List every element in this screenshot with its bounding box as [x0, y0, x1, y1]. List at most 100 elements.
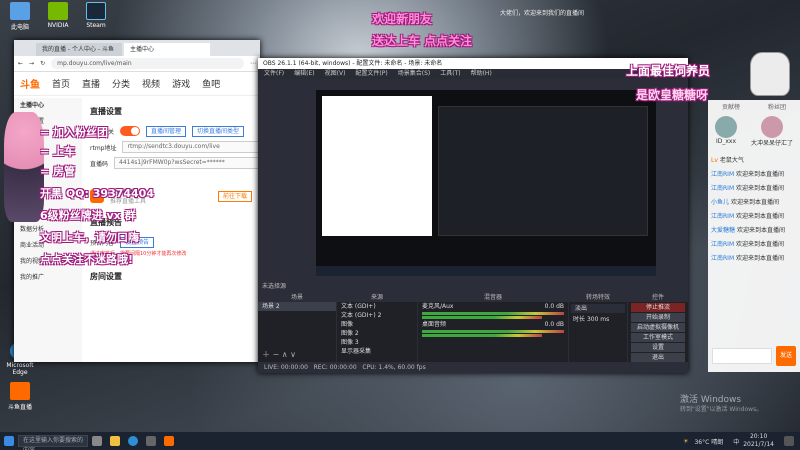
user-name[interactable]: 小鱼儿	[711, 199, 729, 206]
rec-timer: REC: 00:00:00	[313, 364, 357, 371]
message-text: 欢迎来到本直播间	[736, 213, 785, 220]
notice-civil: 文明上车，请勿口嗨	[40, 231, 139, 244]
chat-message: 江南RIM 欢迎来到本直播间	[708, 252, 800, 266]
user-name[interactable]: 大爱糖糖	[711, 227, 735, 234]
source-item[interactable]: 图像 2	[337, 329, 417, 338]
notification-icon[interactable]	[784, 436, 794, 446]
source-item[interactable]: 文本 (GDI+) 2	[337, 311, 417, 320]
mic-volume-slider[interactable]	[422, 316, 542, 319]
top-user[interactable]: ID_xxx	[714, 116, 737, 154]
send-button[interactable]: 发送	[776, 346, 796, 366]
top-user[interactable]: 大冲呆呆仔汇了	[751, 116, 793, 154]
user-name[interactable]: 江南RIM	[711, 185, 734, 192]
page-title: 直播设置	[90, 107, 122, 116]
obs-menu-scene-collection[interactable]: 场景集合(S)	[398, 69, 431, 79]
file-explorer-icon[interactable]	[110, 436, 120, 446]
obs-taskbar-icon[interactable]	[146, 436, 156, 446]
mixer-dock: 混音器 麦克风/Aux 0.0 dB 桌面音频 0.0 dB	[418, 294, 568, 362]
ime-indicator[interactable]: 中	[733, 437, 739, 446]
nav-category[interactable]: 分类	[112, 77, 130, 90]
nav-game[interactable]: 游戏	[172, 77, 190, 90]
edge-icon[interactable]	[128, 436, 138, 446]
switch-room-type-button[interactable]: 切换直播间类型	[192, 125, 245, 137]
source-item[interactable]: 图像	[337, 320, 417, 329]
source-item[interactable]: 显示器采集	[337, 347, 417, 356]
task-view-icon[interactable]	[92, 436, 102, 446]
exit-button[interactable]: 退出	[631, 353, 685, 362]
obs-menu-view[interactable]: 视图(V)	[325, 69, 346, 79]
nav-home[interactable]: 首页	[52, 77, 70, 90]
menu-dots-icon[interactable]: ⋯	[250, 60, 256, 67]
sources-header: 来源	[337, 294, 417, 302]
sources-dock: 来源 文本 (GDI+) 文本 (GDI+) 2 图像 图像 2 图像 3 显示…	[337, 294, 417, 362]
transition-select[interactable]: 淡出	[571, 304, 625, 313]
nav-live[interactable]: 直播	[82, 77, 100, 90]
chat-message: 江南RIM 欢迎来到本直播间	[708, 210, 800, 224]
top-user-name: 大冲呆呆仔汇了	[750, 140, 793, 147]
mixer-header: 混音器	[418, 294, 568, 302]
virtual-camera-button[interactable]: 启动虚拟摄像机	[631, 323, 685, 332]
windows-start-icon[interactable]	[4, 436, 14, 446]
obs-menu-edit[interactable]: 编辑(E)	[294, 69, 314, 79]
desktop-icon-steam[interactable]: Steam	[78, 2, 114, 31]
desktop-icon-nvidia[interactable]: NVIDIA	[40, 2, 76, 31]
browser-tab-my-live[interactable]: 我的直播 - 个人中心 - 斗鱼	[36, 43, 122, 56]
back-icon[interactable]: ←	[18, 60, 23, 67]
user-name[interactable]: 江南RIM	[711, 241, 734, 248]
message-text: 欢迎来到本直播间	[736, 255, 785, 262]
chat-message: 大爱糖糖 欢迎来到本直播间	[708, 224, 800, 238]
chat-tabs: 贡献榜 粉丝团	[708, 100, 800, 116]
nav-video[interactable]: 视频	[142, 77, 160, 90]
user-name[interactable]: 江南RIM	[711, 213, 734, 220]
preview-browser-capture	[322, 96, 432, 236]
overlay-boarding-text: 送达上车 点点关注	[372, 34, 473, 48]
taskbar-clock[interactable]: 20:10 2021/7/14	[743, 433, 774, 449]
taskbar-search-input[interactable]: 在这里输入你要搜索的内容	[18, 435, 88, 450]
obs-menu-file[interactable]: 文件(F)	[264, 69, 284, 79]
source-item[interactable]: 图像 3	[337, 338, 417, 347]
notice-admin: = 房管	[40, 165, 76, 178]
douyu-logo[interactable]: 斗鱼	[20, 76, 40, 91]
douyu-taskbar-icon[interactable]	[164, 436, 174, 446]
start-recording-button[interactable]: 开始录制	[631, 313, 685, 322]
desktop-audio-label: 桌面音频	[422, 321, 447, 328]
obs-menu-help[interactable]: 帮助(H)	[471, 69, 492, 79]
weather-text[interactable]: 36°C 晴朗	[694, 437, 723, 446]
desktop-volume-slider[interactable]	[422, 334, 542, 337]
url-input[interactable]: mp.douyu.com/live/main	[51, 58, 244, 69]
controls-dock: 控件 停止推流 开始录制 启动虚拟摄像机 工作室模式 设置 退出	[628, 294, 688, 362]
scene-item[interactable]: 场景 2	[258, 302, 336, 311]
obs-menu-tools[interactable]: 工具(T)	[440, 69, 460, 79]
tab-fan-club[interactable]: 粉丝团	[768, 100, 786, 116]
notice-fan-club: = 加入粉丝团	[40, 126, 109, 139]
message-text: 老鼠大气	[719, 157, 744, 164]
studio-mode-button[interactable]: 工作室模式	[631, 333, 685, 342]
browser-tab-anchor-center[interactable]: 主播中心	[124, 43, 210, 56]
chat-input[interactable]	[712, 348, 772, 364]
message-text: 欢迎来到本直播间	[736, 241, 785, 248]
duration-field[interactable]: 300 ms	[587, 316, 609, 323]
obs-preview-canvas[interactable]	[316, 90, 656, 276]
avatar	[714, 116, 737, 138]
message-text: 欢迎来到本直播间	[730, 199, 779, 206]
weather-icon[interactable]: ☀	[683, 438, 688, 445]
user-name[interactable]: 江南RIM	[711, 171, 734, 178]
overlay-hint-text: 大佬们，欢迎来到我们的直播间	[500, 10, 585, 17]
settings-button[interactable]: 设置	[631, 343, 685, 352]
desktop-audio-db: 0.0 dB	[544, 321, 564, 328]
tab-contribution[interactable]: 贡献榜	[722, 100, 740, 116]
stop-streaming-button[interactable]: 停止推流	[631, 303, 685, 312]
desktop-icon-douyu[interactable]: 斗鱼直播	[2, 382, 38, 411]
download-tool-button[interactable]: 前往下载	[217, 190, 252, 202]
forward-icon[interactable]: →	[29, 60, 34, 67]
reload-icon[interactable]: ↻	[40, 60, 45, 67]
scene-add-remove-icons[interactable]: ＋ − ∧ ∨	[262, 349, 296, 360]
source-item[interactable]: 文本 (GDI+)	[337, 302, 417, 311]
sidebar-item-promotion[interactable]: 我的推广	[14, 270, 82, 286]
obs-menu-profile[interactable]: 配置文件(P)	[355, 69, 387, 79]
nav-fishbar[interactable]: 鱼吧	[202, 77, 220, 90]
transitions-header: 转场特效	[569, 294, 627, 302]
user-name[interactable]: 江南RIM	[711, 255, 734, 262]
desktop-icon-this-pc[interactable]: 此电脑	[2, 2, 38, 31]
message-text: 欢迎来到本直播间	[736, 227, 785, 234]
